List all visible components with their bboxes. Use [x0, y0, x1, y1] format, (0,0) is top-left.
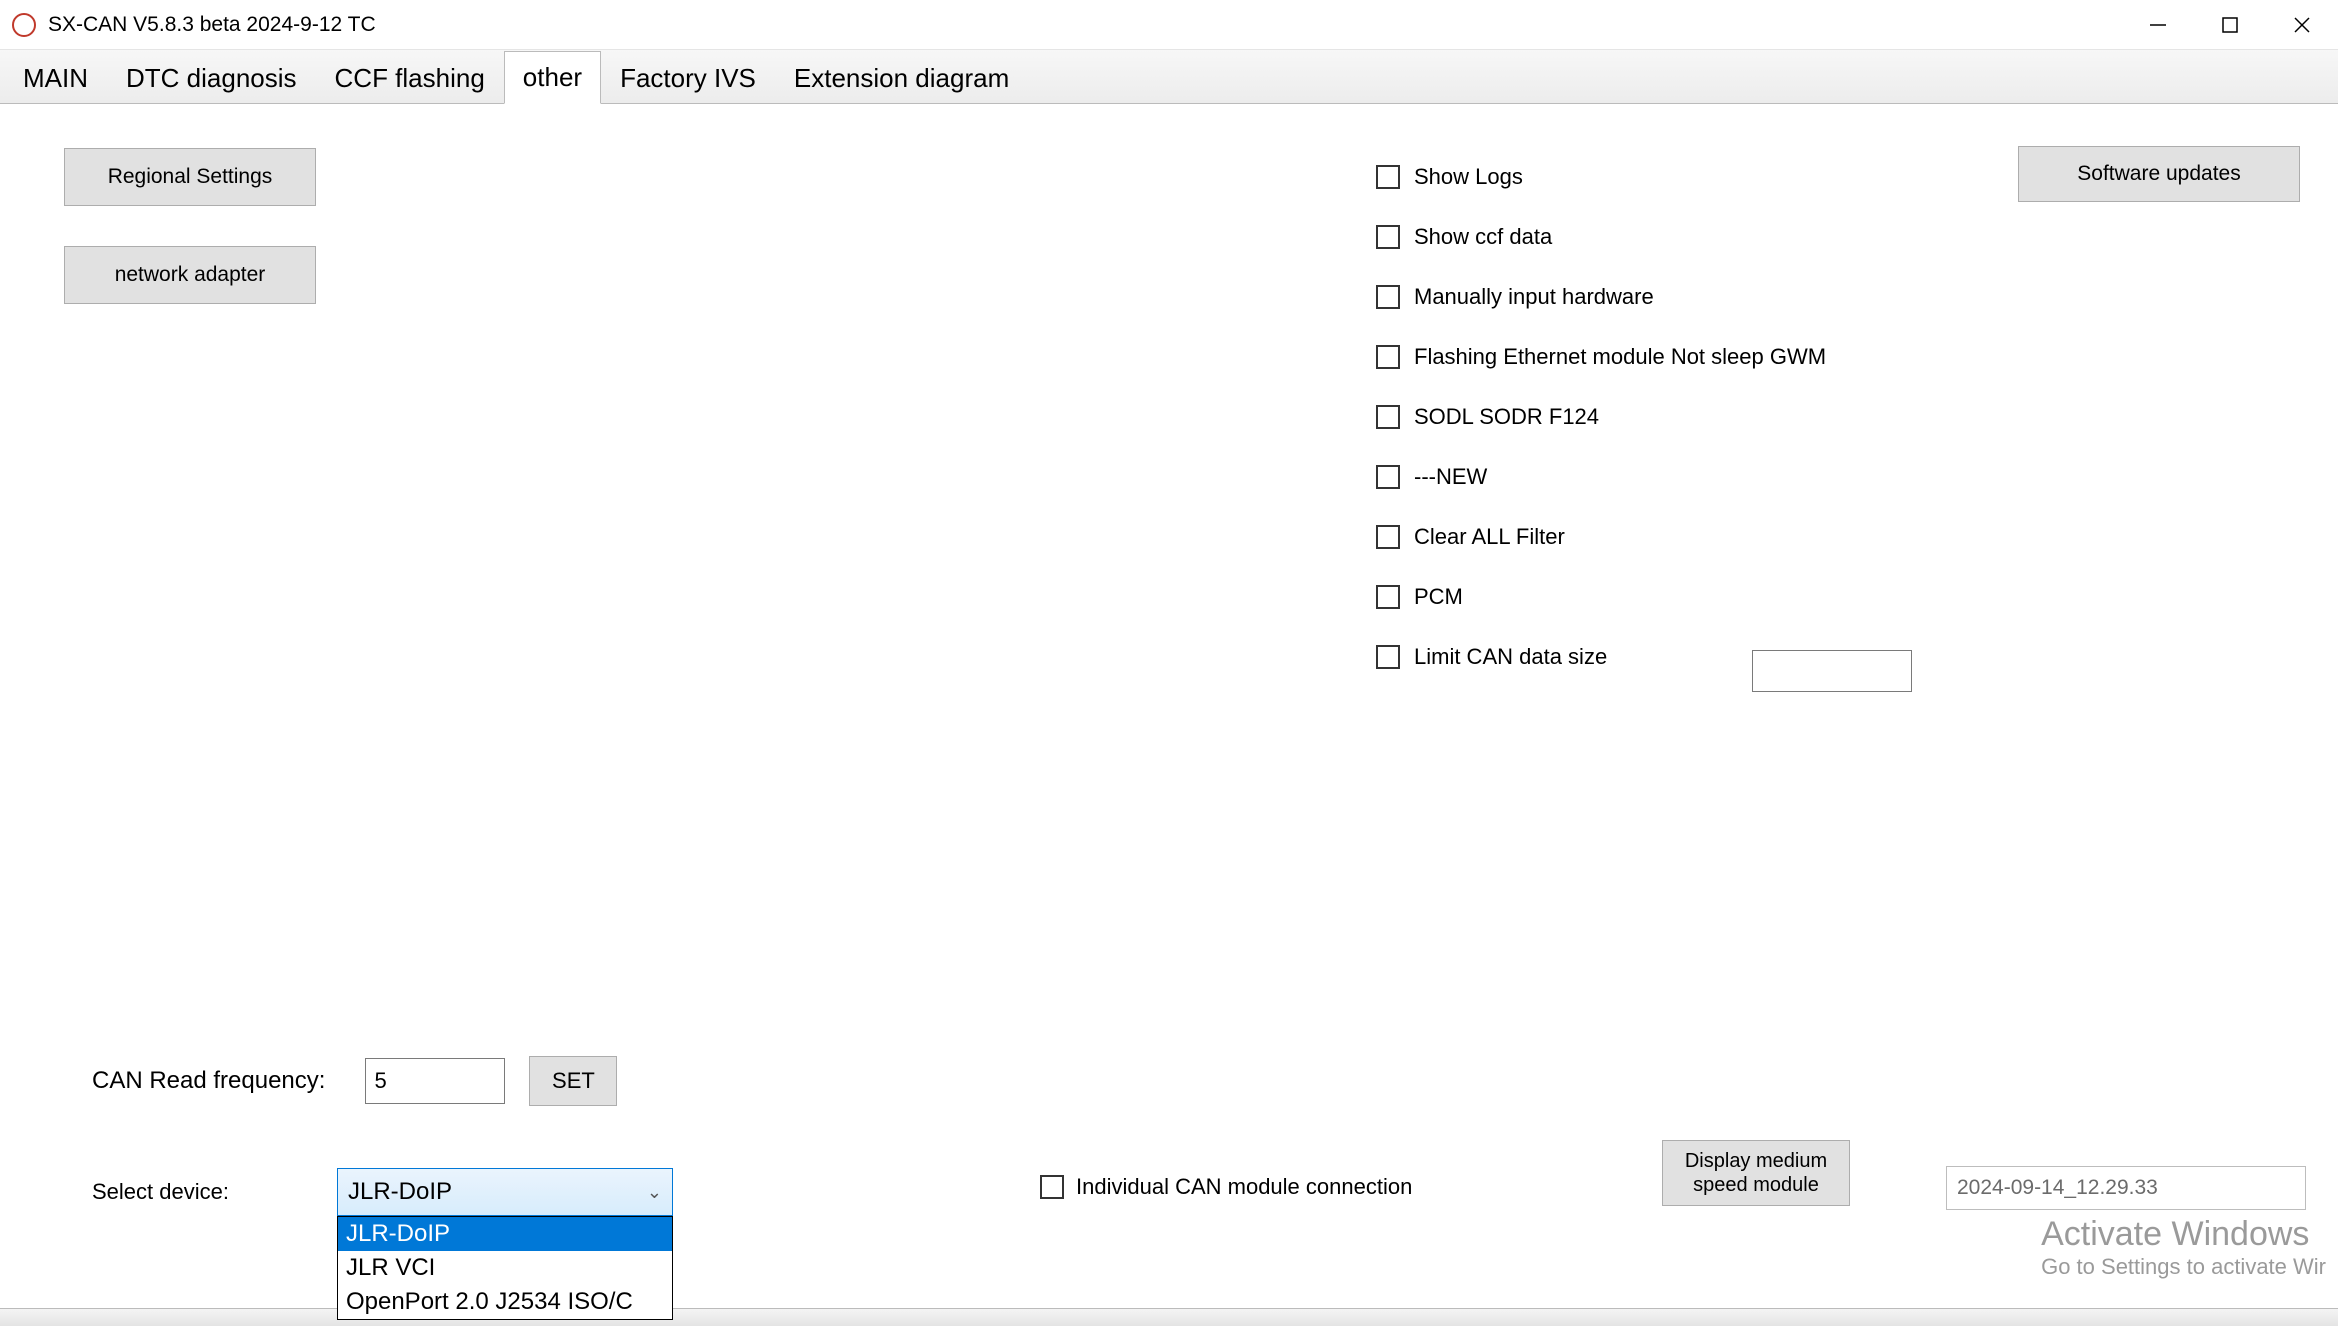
display-medium-speed-module-button[interactable]: Display medium speed module [1662, 1140, 1850, 1206]
clear-all-filter-label: Clear ALL Filter [1414, 524, 1565, 550]
individual-can-label: Individual CAN module connection [1076, 1174, 1412, 1200]
regional-settings-button[interactable]: Regional Settings [64, 148, 316, 206]
maximize-button[interactable] [2194, 0, 2266, 50]
activate-windows-watermark: Activate Windows Go to Settings to activ… [2041, 1215, 2326, 1280]
show-logs-label: Show Logs [1414, 164, 1523, 190]
minimize-icon [2149, 16, 2167, 34]
new-label: ---NEW [1414, 464, 1487, 490]
sodl-sodr-checkbox[interactable] [1376, 405, 1400, 429]
tab-bar: MAIN DTC diagnosis CCF flashing other Fa… [0, 50, 2338, 104]
network-adapter-button[interactable]: network adapter [64, 246, 316, 304]
timestamp-field[interactable] [1946, 1166, 2306, 1210]
tab-main[interactable]: MAIN [4, 52, 107, 104]
show-ccf-data-checkbox[interactable] [1376, 225, 1400, 249]
device-option-jlr-doip[interactable]: JLR-DoIP [338, 1217, 672, 1251]
window-controls [2122, 0, 2338, 50]
show-ccf-data-label: Show ccf data [1414, 224, 1552, 250]
minimize-button[interactable] [2122, 0, 2194, 50]
device-option-jlr-vci[interactable]: JLR VCI [338, 1251, 672, 1285]
titlebar: SX-CAN V5.8.3 beta 2024-9-12 TC [0, 0, 2338, 50]
tab-ccf-flashing[interactable]: CCF flashing [316, 52, 504, 104]
manually-input-hardware-label: Manually input hardware [1414, 284, 1654, 310]
content-area: Regional Settings network adapter Softwa… [0, 104, 2338, 1308]
select-device-dropdown: JLR-DoIP JLR VCI OpenPort 2.0 J2534 ISO/… [337, 1216, 673, 1320]
limit-can-data-size-checkbox[interactable] [1376, 645, 1400, 669]
tab-extension-diagram[interactable]: Extension diagram [775, 52, 1028, 104]
pcm-checkbox[interactable] [1376, 585, 1400, 609]
window-title: SX-CAN V5.8.3 beta 2024-9-12 TC [48, 13, 376, 37]
limit-can-data-size-input[interactable] [1752, 650, 1912, 692]
flashing-ethernet-label: Flashing Ethernet module Not sleep GWM [1414, 344, 1826, 370]
watermark-subtitle: Go to Settings to activate Wir [2041, 1254, 2326, 1280]
close-button[interactable] [2266, 0, 2338, 50]
sodl-sodr-label: SODL SODR F124 [1414, 404, 1599, 430]
can-read-frequency-row: CAN Read frequency: SET [92, 1056, 617, 1106]
flashing-ethernet-checkbox[interactable] [1376, 345, 1400, 369]
individual-can-row: Individual CAN module connection [1040, 1174, 1412, 1200]
watermark-title: Activate Windows [2041, 1215, 2326, 1254]
select-device-row: Select device: JLR-DoIP ⌄ JLR-DoIP JLR V… [92, 1168, 673, 1216]
show-logs-checkbox[interactable] [1376, 165, 1400, 189]
can-read-frequency-label: CAN Read frequency: [92, 1067, 325, 1095]
new-checkbox[interactable] [1376, 465, 1400, 489]
select-device-label: Select device: [92, 1179, 229, 1205]
device-option-openport[interactable]: OpenPort 2.0 J2534 ISO/C [338, 1285, 672, 1319]
chevron-down-icon: ⌄ [647, 1182, 662, 1203]
tab-dtc-diagnosis[interactable]: DTC diagnosis [107, 52, 316, 104]
can-read-frequency-input[interactable] [365, 1058, 505, 1104]
tab-other[interactable]: other [504, 51, 601, 104]
select-device-selected: JLR-DoIP [348, 1178, 452, 1206]
options-checkbox-list: Show Logs Show ccf data Manually input h… [1376, 164, 1826, 704]
clear-all-filter-checkbox[interactable] [1376, 525, 1400, 549]
software-updates-button[interactable]: Software updates [2018, 146, 2300, 202]
limit-can-data-size-label: Limit CAN data size [1414, 644, 1607, 670]
manually-input-hardware-checkbox[interactable] [1376, 285, 1400, 309]
close-icon [2293, 16, 2311, 34]
pcm-label: PCM [1414, 584, 1463, 610]
individual-can-checkbox[interactable] [1040, 1175, 1064, 1199]
tab-factory-ivs[interactable]: Factory IVS [601, 52, 775, 104]
select-device-combobox[interactable]: JLR-DoIP ⌄ [337, 1168, 673, 1216]
maximize-icon [2222, 17, 2238, 33]
select-device-wrapper: JLR-DoIP ⌄ JLR-DoIP JLR VCI OpenPort 2.0… [337, 1168, 673, 1216]
set-button[interactable]: SET [529, 1056, 617, 1106]
app-icon [12, 13, 36, 37]
